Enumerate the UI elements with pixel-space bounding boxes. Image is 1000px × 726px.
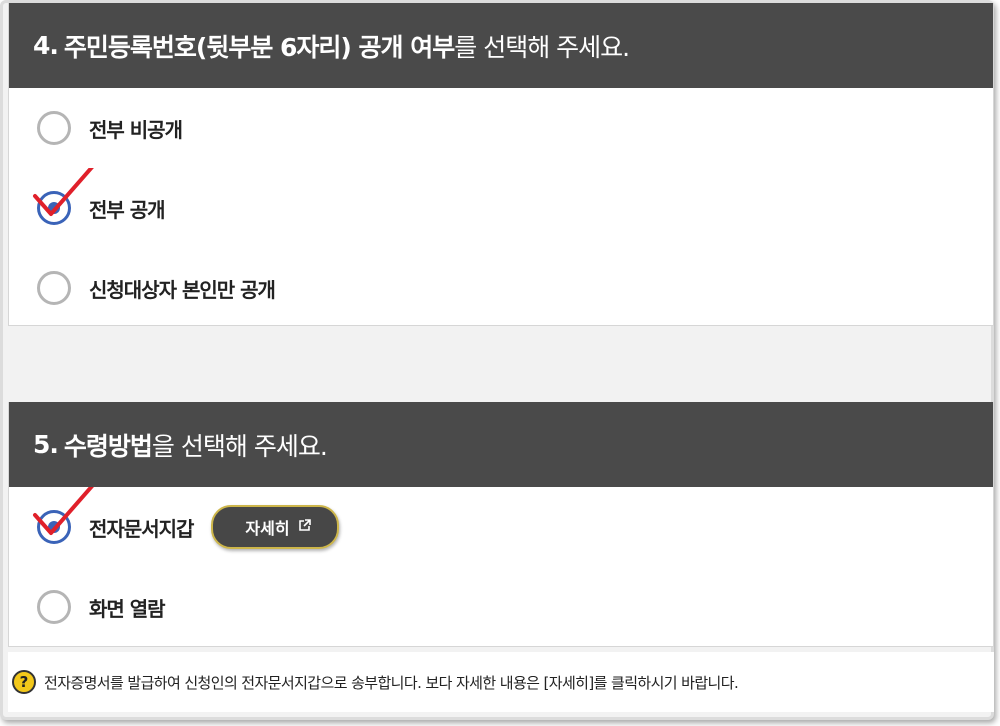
section-4-header: 4. 주민등록번호(뒷부분 6자리) 공개 여부 를 선택해 주세요. [9,3,993,88]
radio-self-only-public[interactable] [37,271,71,305]
option-label: 전부 공개 [89,197,166,222]
option-screen-view[interactable]: 화면 열람 [9,567,993,647]
detail-button[interactable]: 자세히 [211,505,339,549]
radio-all-public[interactable] [37,191,71,225]
section-4-title-rest: 를 선택해 주세요. [454,32,630,62]
section-5-title-bold: 수령방법 [63,431,153,461]
radio-e-wallet[interactable] [37,510,71,544]
detail-button-label: 자세히 [245,519,290,538]
section-id-disclosure: 4. 주민등록번호(뒷부분 6자리) 공개 여부 를 선택해 주세요. 전부 비… [8,3,994,326]
info-note-text: 전자증명서를 발급하여 신청인의 전자문서지갑으로 송부합니다. 보다 자세한 … [44,673,739,692]
external-link-icon [298,519,311,535]
radio-all-private[interactable] [37,111,71,145]
section-5-header: 5. 수령방법 을 선택해 주세요. [9,402,993,487]
section-5-number: 5. [33,430,59,459]
option-all-private[interactable]: 전부 비공개 [9,88,993,168]
info-note: ? 전자증명서를 발급하여 신청인의 전자문서지갑으로 송부합니다. 보다 자세… [8,652,994,712]
option-label: 전부 비공개 [89,117,183,142]
radio-screen-view[interactable] [37,590,71,624]
question-icon: ? [12,670,36,694]
section-receipt-method: 5. 수령방법 을 선택해 주세요. 전자문서지갑 자세히 화면 열람 [8,402,994,647]
option-all-public[interactable]: 전부 공개 [9,168,993,248]
option-e-wallet[interactable]: 전자문서지갑 자세히 [9,487,993,567]
option-label: 전자문서지갑 [89,516,194,541]
section-4-number: 4. [33,31,59,60]
section-5-title-rest: 을 선택해 주세요. [151,431,328,461]
option-label: 화면 열람 [89,596,166,621]
option-self-only-public[interactable]: 신청대상자 본인만 공개 [9,248,993,328]
option-label: 신청대상자 본인만 공개 [89,277,276,302]
section-4-title-bold: 주민등록번호(뒷부분 6자리) 공개 여부 [63,32,455,62]
